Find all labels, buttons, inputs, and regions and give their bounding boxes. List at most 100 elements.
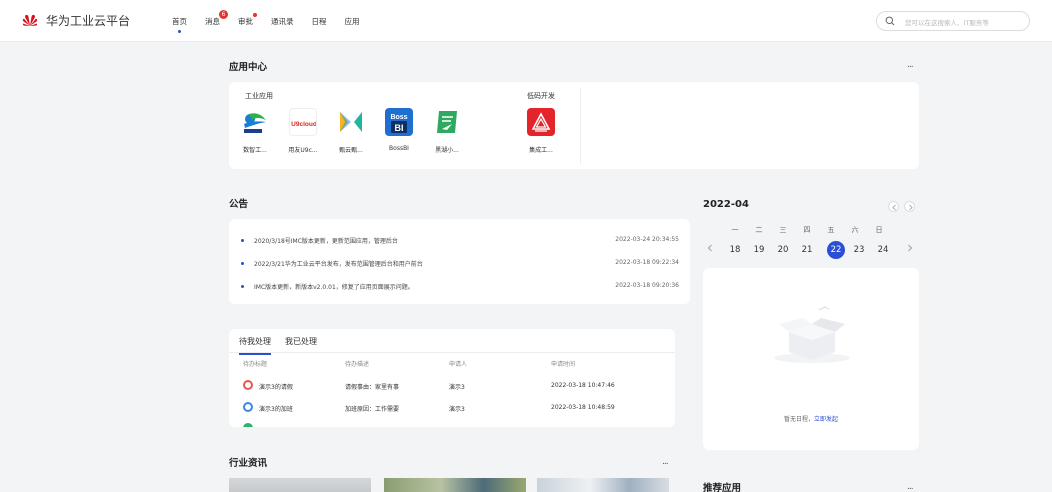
todo-title: 演示3的加班	[259, 406, 293, 413]
weekday-label: 二	[755, 226, 763, 234]
announcement-text: 2022/3/21华为工业云平台发布，发布范围管理后台和用户前台	[254, 261, 423, 268]
calendar-month-title: 2022-04	[703, 199, 749, 210]
app-name-industrial: 数智工...	[243, 147, 267, 154]
news-image-3[interactable]	[537, 478, 669, 492]
empty-box-icon	[774, 306, 850, 363]
create-schedule-link[interactable]: 立即发起	[814, 416, 838, 423]
nav-apps-label: 应用	[344, 17, 360, 26]
empty-schedule-text: 暂无日程，	[783, 416, 814, 423]
weekday-label: 日	[875, 226, 883, 234]
nav-messages[interactable]: 消息 6	[205, 10, 228, 27]
announcement-item[interactable]: IMC版本更新，新版本v2.0.01，修复了应用页面展示问题。 2022-03-…	[241, 280, 679, 294]
selected-day-label: 22	[827, 241, 845, 259]
nav-schedule[interactable]: 日程	[312, 16, 327, 27]
announcement-item[interactable]: 2020/3/18号IMC版本更新，更新范围应用，管理后台 2022-03-24…	[241, 234, 679, 248]
search-input[interactable]: 您可以在这搜索人、IT服务等	[876, 11, 1030, 31]
announcement-time: 2022-03-24 20:34:55	[615, 236, 679, 243]
news-image-2[interactable]	[384, 478, 526, 492]
app-group-lowcode-title: 低码开发	[527, 92, 555, 100]
approval-notification-dot	[253, 13, 257, 17]
calendar-day[interactable]: 24	[873, 241, 893, 259]
announcements-title: 公告	[229, 199, 249, 210]
calendar-day[interactable]: 21	[797, 241, 817, 259]
app-name-u9cloud: 用友U9c...	[288, 147, 318, 154]
announcement-item[interactable]: 2022/3/21华为工业云平台发布，发布范围管理后台和用户前台 2022-03…	[241, 257, 679, 271]
messages-count-badge: 6	[219, 10, 228, 19]
industrial-logo-icon	[241, 108, 269, 136]
app-name-bossbi: BossBI	[389, 145, 409, 152]
svg-text:BI: BI	[395, 123, 404, 133]
news-title: 行业资讯	[229, 458, 268, 469]
zhenyun-logo-icon	[337, 108, 365, 136]
top-navigation-bar: 华为工业云平台 首页 消息 6 审批 通讯录 日程 应用 您可以在这搜索人、IT服…	[0, 0, 1052, 42]
calendar-day[interactable]: 19	[749, 241, 769, 259]
week-prev-chevron-icon[interactable]	[707, 244, 713, 252]
col-header-time: 申请时间	[551, 361, 576, 368]
recommended-apps-title: 推荐应用	[703, 483, 742, 492]
app-tile-heihu[interactable]: 黑湖小...	[427, 108, 467, 154]
nav-contacts-label: 通讯录	[271, 17, 294, 26]
calendar-next-month-button[interactable]	[904, 201, 915, 212]
week-next-chevron-icon[interactable]	[907, 244, 913, 252]
platform-title: 华为工业云平台	[46, 14, 131, 28]
app-tile-bossbi[interactable]: Boss BI BossBI	[379, 108, 419, 152]
bullet-dot	[241, 239, 244, 242]
app-tile-zhenyun[interactable]: 甄云甄...	[331, 108, 371, 154]
recommended-more-button[interactable]: ...	[907, 482, 914, 492]
weekday-label: 四	[803, 226, 811, 234]
app-name-zhenyun: 甄云甄...	[339, 147, 363, 154]
weekday-label: 一	[731, 226, 739, 234]
nav-approval[interactable]: 审批	[238, 13, 257, 27]
app-center-more-button[interactable]: ...	[907, 60, 914, 70]
nav-contacts[interactable]: 通讯录	[271, 16, 294, 27]
huawei-logo-icon[interactable]	[22, 12, 38, 28]
empty-schedule-message: 暂无日程，立即发起	[703, 414, 919, 423]
svg-text:Boss: Boss	[390, 114, 407, 121]
todo-title: 演示3的请假	[259, 384, 293, 391]
app-center-title: 应用中心	[229, 62, 268, 73]
search-placeholder: 您可以在这搜索人、IT服务等	[905, 19, 989, 27]
todo-partial-row	[229, 422, 675, 427]
calendar-day[interactable]: 23	[849, 241, 869, 259]
calendar-prev-month-button[interactable]	[888, 201, 899, 212]
chevron-right-icon	[909, 204, 913, 211]
news-image-1[interactable]	[229, 478, 371, 492]
overtime-status-icon	[243, 402, 253, 412]
calendar-day[interactable]: 18	[725, 241, 745, 259]
news-more-button[interactable]: ...	[662, 457, 669, 467]
nav-approval-label: 审批	[238, 17, 253, 26]
announcement-text: 2020/3/18号IMC版本更新，更新范围应用，管理后台	[254, 238, 398, 245]
search-icon	[885, 16, 895, 26]
chevron-left-icon	[892, 204, 896, 211]
nav-home[interactable]: 首页	[172, 16, 187, 33]
app-group-divider	[580, 88, 581, 164]
app-name-heihu: 黑湖小...	[435, 147, 459, 154]
integration-logo-icon	[527, 108, 555, 136]
app-group-industrial-title: 工业应用	[245, 92, 273, 100]
bullet-dot	[241, 285, 244, 288]
nav-schedule-label: 日程	[311, 17, 327, 26]
status-icon	[243, 423, 253, 427]
col-header-applicant: 申请人	[449, 361, 468, 368]
todo-applicant: 演示3	[449, 384, 465, 391]
todo-applicant: 演示3	[449, 406, 465, 413]
calendar-day-selected[interactable]: 22	[826, 241, 846, 259]
svg-text:U9cloud: U9cloud	[291, 121, 317, 128]
col-header-title: 待办标题	[243, 361, 268, 368]
app-name-integration: 集成工...	[529, 147, 553, 154]
todo-divider	[229, 352, 675, 353]
leave-status-icon	[243, 380, 253, 390]
main-nav: 首页 消息 6 审批 通讯录 日程 应用	[172, 10, 378, 33]
app-tile-industrial[interactable]: 数智工...	[235, 108, 275, 154]
announcement-time: 2022-03-18 09:20:36	[615, 282, 679, 289]
weekday-label: 三	[779, 226, 787, 234]
app-tile-u9cloud[interactable]: U9cloud 用友U9c...	[283, 108, 323, 154]
calendar-day[interactable]: 20	[773, 241, 793, 259]
bullet-dot	[241, 262, 244, 265]
todo-desc: 请假事由：家里有事	[345, 384, 400, 391]
app-tile-integration[interactable]: 集成工...	[521, 108, 561, 154]
col-header-desc: 待办描述	[345, 361, 370, 368]
nav-apps[interactable]: 应用	[345, 16, 360, 27]
todo-desc: 加班原因：工作需要	[345, 406, 400, 413]
nav-messages-label: 消息	[205, 17, 220, 26]
